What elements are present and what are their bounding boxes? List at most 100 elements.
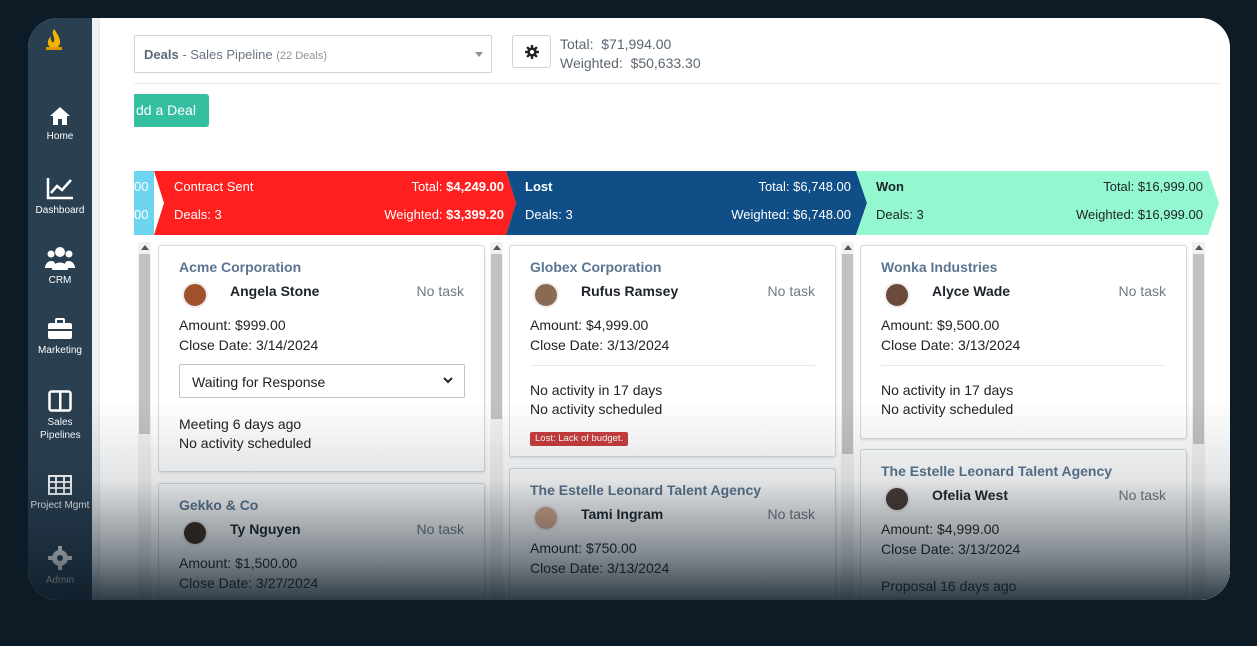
deal-card[interactable]: Acme Corporation Angela Stone No task Am… xyxy=(158,245,485,472)
pipeline-settings-button[interactable] xyxy=(512,35,551,68)
scroll-up-icon[interactable] xyxy=(141,245,149,250)
main-content: Deals - Sales Pipeline (22 Deals) Total:… xyxy=(100,18,1230,600)
deal-last-activity: No activity in 17 days xyxy=(530,382,663,398)
sidebar-item-sales-pipelines[interactable]: Sales Pipelines xyxy=(28,390,92,442)
briefcase-icon xyxy=(48,318,72,339)
deal-next-activity: No activity scheduled xyxy=(530,401,663,417)
stage-weighted: $16,999.00 xyxy=(1137,207,1203,222)
sidebar-item-label: Marketing xyxy=(38,345,82,356)
avatar xyxy=(884,282,910,308)
column-scrollbar[interactable] xyxy=(1192,242,1205,600)
column-scrollbar[interactable] xyxy=(138,242,151,600)
stage-name: Won xyxy=(876,179,904,194)
deal-contact[interactable]: Alyce Wade xyxy=(932,283,1010,299)
deal-company[interactable]: The Estelle Leonard Talent Agency xyxy=(530,482,761,498)
deal-company[interactable]: Globex Corporation xyxy=(530,259,661,275)
scroll-thumb[interactable] xyxy=(491,254,502,419)
stage-name: Contract Sent xyxy=(174,179,254,194)
stage-won[interactable]: Won Total: $16,999.00 Deals: 3 Weighted:… xyxy=(876,171,1203,235)
stage-total: $16,999.00 xyxy=(1137,179,1203,194)
deal-company[interactable]: Wonka Industries xyxy=(881,259,997,275)
deal-amount: Amount: $999.00 xyxy=(179,317,286,333)
stage-column-lost: Globex Corporation Rufus Ramsey No task … xyxy=(509,240,839,600)
stage-deals: 00 xyxy=(134,207,149,222)
deal-close-date: Close Date: 3/13/2024 xyxy=(530,560,670,576)
sidebar-item-admin[interactable]: Admin xyxy=(28,546,92,587)
column-scrollbar[interactable] xyxy=(841,242,854,600)
sidebar-item-crm[interactable]: CRM xyxy=(28,246,92,287)
pipeline-deal-count: (22 Deals) xyxy=(276,50,328,62)
gear-icon xyxy=(48,546,72,570)
logo-icon[interactable] xyxy=(41,28,67,54)
pipeline-name: - Sales Pipeline xyxy=(178,47,277,62)
deal-card[interactable]: Wonka Industries Alyce Wade No task Amou… xyxy=(860,245,1187,439)
stage-header-bar: 00 00 Contract Sent Total: $4,249.00 Dea… xyxy=(134,171,1219,235)
deal-amount: Amount: $1,500.00 xyxy=(179,555,298,571)
avatar xyxy=(182,520,208,546)
deal-status-select[interactable]: Waiting for Response xyxy=(179,364,465,398)
deal-close-date: Close Date: 3/13/2024 xyxy=(881,337,1021,353)
deal-next-activity: No activity scheduled xyxy=(179,435,312,451)
stage-contract-sent[interactable]: Contract Sent Total: $4,249.00 Deals: 3 … xyxy=(174,171,504,235)
sidebar-item-marketing[interactable]: Marketing xyxy=(28,318,92,357)
deal-contact[interactable]: Ty Nguyen xyxy=(230,521,301,537)
column-scrollbar[interactable] xyxy=(490,242,503,600)
stage-deals: Deals: 3 xyxy=(525,207,573,222)
stage-previous[interactable]: 00 00 xyxy=(134,171,150,235)
stage-weighted: $3,399.20 xyxy=(446,207,504,222)
deal-close-date: Close Date: 3/27/2024 xyxy=(179,575,319,591)
stage-column-contract-sent: Acme Corporation Angela Stone No task Am… xyxy=(158,240,488,600)
deal-close-date: Close Date: 3/13/2024 xyxy=(530,337,670,353)
deal-task: No task xyxy=(416,283,464,299)
stage-deals: Deals: 3 xyxy=(876,207,924,222)
stage-total-label: Total: xyxy=(1103,179,1135,194)
scroll-thumb[interactable] xyxy=(842,254,853,454)
deal-last-activity: Proposal 16 days ago xyxy=(881,578,1017,594)
weighted-label: Weighted: xyxy=(560,55,623,71)
stage-weighted-label: Weighted: xyxy=(731,207,790,222)
deal-card[interactable]: The Estelle Leonard Talent Agency Tami I… xyxy=(509,468,836,600)
sidebar-item-project-mgmt[interactable]: Project Mgmt xyxy=(28,475,92,512)
scroll-up-icon[interactable] xyxy=(844,245,852,250)
sidebar-item-label: Project Mgmt xyxy=(30,500,90,511)
add-deal-button[interactable]: dd a Deal xyxy=(134,94,209,127)
deal-company[interactable]: Acme Corporation xyxy=(179,259,301,275)
deal-company[interactable]: The Estelle Leonard Talent Agency xyxy=(881,463,1112,479)
deal-amount: Amount: $4,999.00 xyxy=(530,317,649,333)
sidebar-item-dashboard[interactable]: Dashboard xyxy=(28,176,92,217)
sidebar-item-label: Sales Pipelines xyxy=(40,417,81,441)
deal-card[interactable]: Globex Corporation Rufus Ramsey No task … xyxy=(509,245,836,457)
total-label: Total: xyxy=(560,36,594,52)
deal-contact[interactable]: Angela Stone xyxy=(230,283,319,299)
sidebar-item-label: Home xyxy=(46,131,74,142)
stage-total: 00 xyxy=(134,179,149,194)
deal-status-value: Waiting for Response xyxy=(192,374,326,390)
deal-card[interactable]: Gekko & Co Ty Nguyen No task Amount: $1,… xyxy=(158,483,485,600)
deal-close-date: Close Date: 3/13/2024 xyxy=(881,541,1021,557)
stage-total: $6,748.00 xyxy=(793,179,851,194)
deal-contact[interactable]: Rufus Ramsey xyxy=(581,283,678,299)
weighted-value: $50,633.30 xyxy=(630,55,701,71)
deal-company[interactable]: Gekko & Co xyxy=(179,497,258,513)
deal-contact[interactable]: Tami Ingram xyxy=(581,506,663,522)
sidebar-item-label: Dashboard xyxy=(35,205,85,216)
deal-task: No task xyxy=(767,506,815,522)
stage-total: $4,249.00 xyxy=(446,179,504,194)
sidebar-collapse-strip[interactable] xyxy=(92,18,100,600)
scroll-thumb[interactable] xyxy=(1193,254,1204,444)
divider xyxy=(881,365,1166,366)
scroll-thumb[interactable] xyxy=(139,254,150,434)
deal-contact[interactable]: Ofelia West xyxy=(932,487,1008,503)
stage-weighted-label: Weighted: xyxy=(1076,207,1135,222)
deal-card[interactable]: The Estelle Leonard Talent Agency Ofelia… xyxy=(860,449,1187,599)
avatar xyxy=(533,282,559,308)
stage-lost[interactable]: Lost Total: $6,748.00 Deals: 3 Weighted:… xyxy=(525,171,851,235)
pipeline-select[interactable]: Deals - Sales Pipeline (22 Deals) xyxy=(134,35,492,73)
pipeline-type: Deals xyxy=(144,47,179,62)
lost-reason-badge: Lost: Lack of budget. xyxy=(530,432,629,446)
deal-last-activity: No activity in 17 days xyxy=(881,382,1014,398)
scroll-up-icon[interactable] xyxy=(493,245,501,250)
scroll-up-icon[interactable] xyxy=(1195,245,1203,250)
stage-deals: Deals: 3 xyxy=(174,207,222,222)
sidebar-item-home[interactable]: Home xyxy=(28,106,92,143)
